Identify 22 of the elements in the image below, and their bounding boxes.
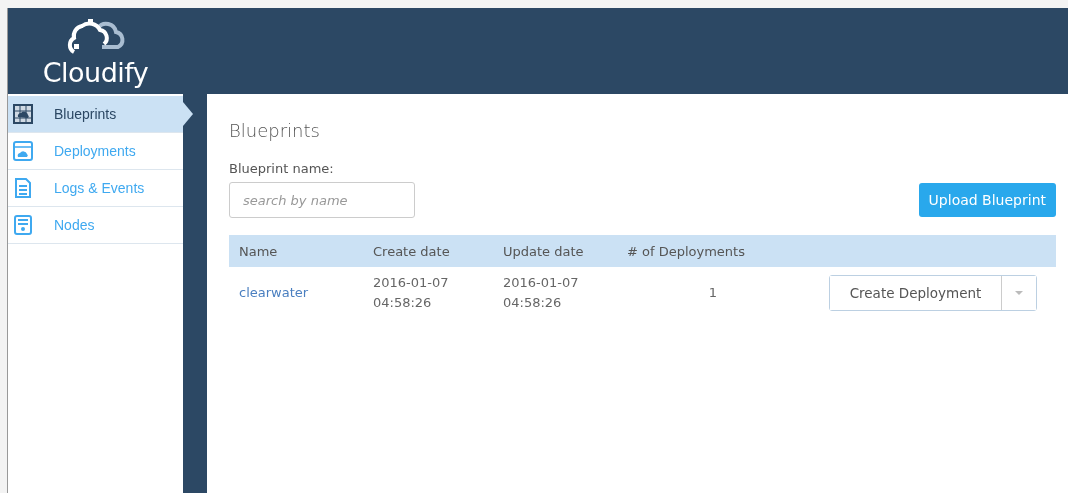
- create-deployment-button[interactable]: Create Deployment: [830, 276, 1002, 310]
- grid-cloud-icon: [12, 103, 34, 125]
- field-label: Blueprint name:: [229, 161, 335, 176]
- sidebar-item[interactable]: Logs & Events: [8, 170, 183, 207]
- table-cell: 2016-01-07 04:58:26: [373, 275, 449, 310]
- server-icon: [12, 214, 34, 236]
- search-field[interactable]: search by name: [229, 182, 415, 218]
- document-icon: [12, 177, 34, 199]
- page-title: Blueprints: [229, 120, 321, 141]
- table-cell: 2016-01-07 04:58:26: [503, 275, 579, 310]
- sidebar-item[interactable]: Nodes: [8, 207, 183, 244]
- sidebar-item[interactable]: Deployments: [8, 133, 183, 170]
- table-cell: 1: [708, 285, 718, 300]
- column-header: Name: [229, 235, 373, 267]
- upload-button[interactable]: Upload Blueprint: [918, 183, 1056, 217]
- column-header: Create date: [373, 235, 503, 267]
- window-cloud-icon: [12, 140, 34, 162]
- caret-icon: [1015, 291, 1023, 295]
- logo-text: Cloudify: [42, 58, 149, 88]
- column-header: # of Deployments: [627, 235, 829, 267]
- column-header: Update date: [503, 235, 627, 267]
- blueprint-link[interactable]: clearwater: [239, 285, 309, 300]
